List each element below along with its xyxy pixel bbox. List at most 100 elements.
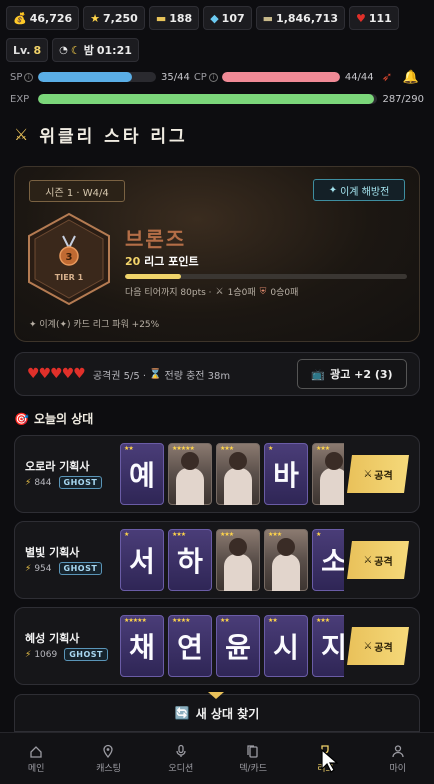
card-stars: ★ [268,445,273,452]
attack-record: 1승0패 [227,288,256,298]
tv-icon: 📺 [311,367,326,381]
currency-row: 💰 46,726 ★ 7,250 ▬ 188 ◆ 107 ▬ 1,846,713… [6,6,428,30]
attack-button[interactable]: ⚔ 공격 [347,455,409,493]
opponent-row: 오로라 기획사 ⚡ 844 GHOST ★★ 예 ★★★★★ ★★★ ★ 바 ★★★ ⚔ 공… [14,435,420,513]
coin-chip[interactable]: 💰 46,726 [6,6,80,30]
attack-button[interactable]: ⚔ 공격 [347,541,409,579]
level-chip[interactable]: Lv. 8 [6,38,49,62]
idol-letter-card[interactable]: ★ 서 [120,529,164,591]
tier-name: 브론즈 [125,227,187,251]
star-value: 7,250 [103,11,138,25]
card-stars: ★★ [220,617,230,624]
watch-ad-button[interactable]: 📺 광고 +2 (3) [297,359,407,389]
gem-chip[interactable]: ◆ 107 [203,6,252,30]
opponent-power: ⚡ 1069 GHOST [25,648,109,661]
nav-label: 캐스팅 [96,763,121,774]
exp-bar-fill [37,94,375,104]
league-points: 20 리그 포인트 [125,253,199,269]
card-stars: ★★ [268,617,278,624]
clock-icon: ◔ [59,44,68,56]
opponent-power: ⚡ 844 GHOST [25,476,103,489]
star-chip[interactable]: ★ 7,250 [83,6,145,30]
defense-record: 0승0패 [270,288,299,298]
league-progress-fill [125,274,182,279]
heart-chip[interactable]: ♥ 111 [348,6,399,30]
nav-item[interactable]: 덱/카드 [217,733,289,784]
idol-letter-card[interactable]: ★★★★★ 채 [120,615,164,677]
home-icon [30,745,42,758]
card-letter: 채 [129,631,155,664]
idol-photo-card[interactable]: ★★★ [312,443,344,505]
crossed-swords-icon: ⚔ [363,554,373,566]
opponent-cards: ★★★★★ 채 ★★★★ 연 ★★ 윤 ★★ 시 ★★★ 지 [120,615,344,677]
level-row: Lv. 8 ◔ ☾ 밤 01:21 [6,38,428,62]
sparkle-icon: ✦ [328,184,338,196]
card-stars: ★★★ [220,445,234,452]
card-letter: 윤 [225,631,251,664]
ego-liberation-button[interactable]: ✦ 이계 해방전 [313,179,405,201]
card-letter: 시 [273,631,299,664]
tier-number: 3 [66,252,73,263]
sp-value: 35/44 [161,71,190,83]
exp-value: 287/290 [382,93,424,105]
target-icon: 🎯 [14,411,29,426]
idol-letter-card[interactable]: ★★ 시 [264,615,308,677]
idol-photo-card[interactable]: ★★★ [264,529,308,591]
attack-button[interactable]: ⚔ 공격 [347,627,409,665]
attack-ticket-text: 공격권 5/5 · [92,370,147,382]
find-new-opponent-button[interactable]: 🔄 새 상대 찾기 [14,694,420,732]
nav-item[interactable]: 메인 [0,733,72,784]
league-progress-bar [125,274,407,279]
page-title: ⚔ 위클리 스타 리그 [14,124,188,147]
opponent-row: 별빛 기획사 ⚡ 954 GHOST ★서★★★하★★★★★★★소 ⚔ 공격 [14,521,420,599]
card-letter: 소 [321,540,344,580]
card-stars: ★★★ [220,531,234,538]
cash-value: 1,846,713 [276,11,338,25]
idol-photo-card[interactable]: ★★★ [216,529,260,591]
nav-label: 메인 [27,763,45,774]
idol-letter-card[interactable]: ★★★ 하 [168,529,212,591]
photo-figure [229,452,247,470]
ticket-chip[interactable]: ▬ 188 [148,6,200,30]
cash-icon: ▬ [262,11,274,25]
nav-item[interactable]: 오디션 [145,733,217,784]
opponent-power: ⚡ 954 GHOST [25,562,103,575]
season-badge: 시즌 1 · W4/4 [29,180,125,202]
idol-photo-card[interactable]: ★★★ [216,443,260,505]
card-letter: 바 [273,459,299,492]
photo-figure [229,538,247,556]
bell-icon[interactable]: 🔔 [403,70,419,85]
opponent-cards: ★★ 예 ★★★★★ ★★★ ★ 바 ★★★ [120,443,344,505]
shield-icon: ⛨ [259,286,267,297]
ticket-icon: ▬ [155,11,167,25]
idol-letter-card[interactable]: ★ 바 [264,443,308,505]
idol-letter-card[interactable]: ★★ 예 [120,443,164,505]
time-period: 밤 [83,44,94,57]
nav-item[interactable]: 마이 [362,733,434,784]
cash-chip[interactable]: ▬ 1,846,713 [255,6,345,30]
ego-bonus-text: ✦ 이계(✦) 카드 리그 파워 +25% [29,320,160,330]
idol-letter-card[interactable]: ★소 [312,529,344,591]
idol-letter-card[interactable]: ★★★ 지 [312,615,344,677]
rocket-icon[interactable]: ➶ [382,70,393,85]
tier-emblem: 3 TIER 1 [28,212,110,306]
sp-bar [38,72,156,82]
idol-photo-card[interactable]: ★★★★★ [168,443,212,505]
card-letter: 연 [177,631,203,664]
card-stars: ★ [316,531,321,538]
info-icon[interactable]: i [208,72,218,82]
nav-item[interactable]: 캐스팅 [72,733,144,784]
next-tier-info: 다음 티어까지 80pts · ⚔ 1승0패 ⛨ 0승0패 [125,286,299,299]
mouse-cursor-icon [321,748,339,773]
photo-figure [272,554,300,591]
nav-label: 덱/카드 [239,763,268,774]
exp-label: EXP [10,93,30,105]
info-icon[interactable]: i [24,72,34,82]
idol-letter-card[interactable]: ★★ 윤 [216,615,260,677]
photo-figure [320,468,344,505]
ghost-badge: GHOST [64,648,109,661]
photo-figure [277,538,295,556]
heart-icon: ♥ [355,11,366,25]
idol-letter-card[interactable]: ★★★★ 연 [168,615,212,677]
hourglass-icon: ⌛ [149,368,162,380]
